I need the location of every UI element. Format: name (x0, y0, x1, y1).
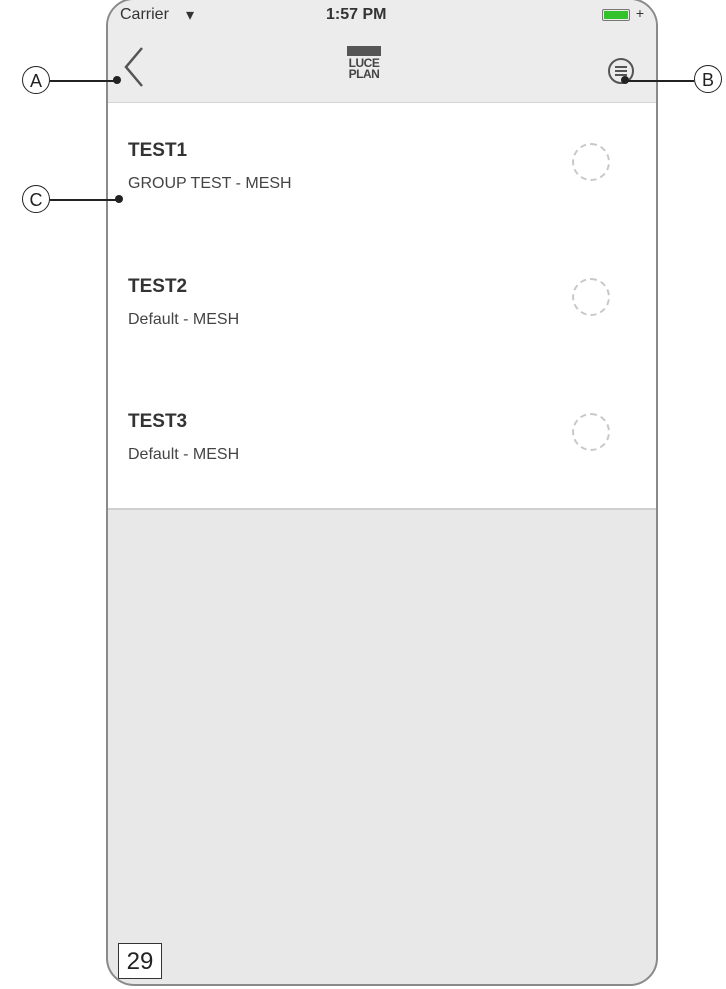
list-item[interactable]: TEST1 GROUP TEST - MESH (108, 103, 656, 238)
chevron-left-icon (124, 47, 143, 87)
phone-screen: Carrier ▾ 1:57 PM + LUCE PLAN TEST1 GROU… (106, 0, 658, 986)
navigation-bar: LUCE PLAN (108, 36, 656, 103)
callout-a: A (22, 66, 50, 94)
item-subtitle: GROUP TEST - MESH (128, 175, 292, 192)
back-button[interactable] (118, 44, 158, 90)
list-item[interactable]: TEST3 Default - MESH (108, 373, 656, 508)
status-time: 1:57 PM (326, 6, 387, 23)
callout-b-line (624, 80, 694, 82)
status-circle-icon[interactable] (572, 143, 610, 181)
item-title: TEST3 (128, 411, 188, 432)
item-subtitle: Default - MESH (128, 446, 240, 463)
status-circle-icon[interactable] (572, 413, 610, 451)
battery-icon (602, 9, 630, 21)
charging-icon: + (635, 5, 644, 21)
logo-text-bottom: PLAN (348, 67, 380, 81)
list-item[interactable]: TEST2 Default - MESH (108, 238, 656, 373)
callout-c: C (22, 185, 50, 213)
page-number: 29 (118, 943, 162, 979)
carrier-label: Carrier (120, 6, 169, 23)
item-subtitle: Default - MESH (128, 311, 240, 328)
wifi-icon: ▾ (186, 7, 195, 24)
status-circle-icon[interactable] (572, 278, 610, 316)
callout-b: B (694, 65, 722, 93)
status-bar: Carrier ▾ 1:57 PM + (108, 0, 656, 36)
callout-b-dot (621, 76, 629, 84)
callout-c-dot (115, 195, 123, 203)
callout-c-line (50, 199, 118, 201)
luceplan-logo: LUCE PLAN (347, 46, 381, 92)
item-title: TEST2 (128, 276, 188, 297)
callout-a-line (50, 80, 116, 82)
callout-a-dot (113, 76, 121, 84)
device-list: TEST1 GROUP TEST - MESH TEST2 Default - … (108, 103, 656, 510)
item-title: TEST1 (128, 140, 188, 161)
